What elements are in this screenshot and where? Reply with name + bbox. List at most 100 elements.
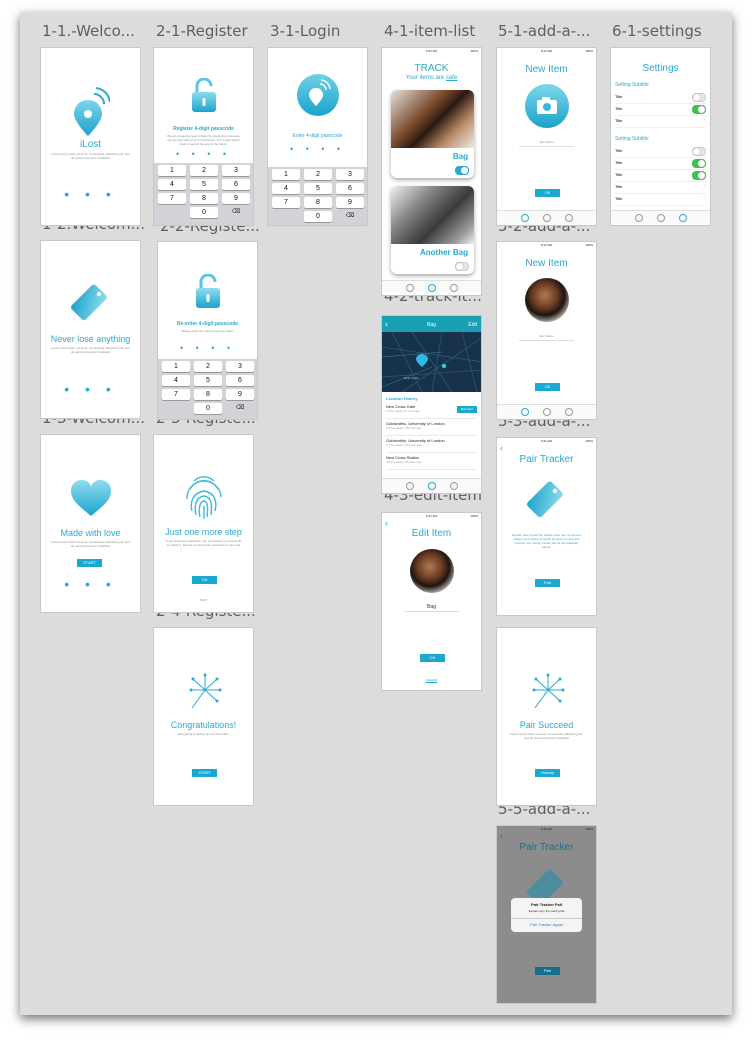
key-0[interactable]: 0 — [190, 207, 218, 218]
backspace-key[interactable]: ⌫ — [226, 403, 254, 414]
tracking-toggle[interactable] — [455, 262, 469, 271]
artboard-register-4[interactable]: Congratulations! Everything is setting u… — [153, 627, 254, 806]
key-6[interactable]: 6 — [222, 179, 250, 190]
safe-link[interactable]: safe — [446, 75, 457, 81]
artboard-register-1[interactable]: Register 4-digit passcode We are protect… — [153, 47, 254, 226]
artboard-register-3[interactable]: Just one more step If you forget the pas… — [153, 434, 254, 613]
key-1[interactable]: 1 — [272, 169, 300, 180]
tab-track-icon[interactable] — [543, 214, 551, 222]
settings-toggle[interactable] — [692, 105, 706, 114]
artboard-login[interactable]: Enter 4-digit passcode • • • • 1 2 3 4 5… — [267, 47, 368, 226]
key-8[interactable]: 8 — [194, 389, 222, 400]
artboard-label[interactable]: 2-1-Register — [156, 22, 248, 40]
key-6[interactable]: 6 — [226, 375, 254, 386]
key-2[interactable]: 2 — [194, 361, 222, 372]
artboard-welcome-3[interactable]: Made with love Lorem ipsum dolor sit ame… — [40, 434, 141, 613]
key-1[interactable]: 1 — [162, 361, 190, 372]
artboard-item-list[interactable]: 9:41 AM 100% TRACK Your items are safe Ba… — [381, 47, 482, 296]
tab-track-icon[interactable] — [428, 482, 436, 490]
settings-row[interactable]: Title › — [615, 193, 706, 206]
artboard-pair-tracker[interactable]: 9:41 AM 100% ‹ Pair Tracker Explain how t… — [496, 437, 597, 616]
key-8[interactable]: 8 — [304, 197, 332, 208]
artboard-pair-succeed[interactable]: Pair Succeed Lorem ipsum dolor sit amet,… — [496, 627, 597, 806]
key-9[interactable]: 9 — [226, 389, 254, 400]
tab-settings-icon[interactable] — [565, 214, 573, 222]
key-1[interactable]: 1 — [158, 165, 186, 176]
tracking-toggle[interactable] — [455, 166, 469, 175]
settings-toggle[interactable] — [692, 93, 706, 102]
delete-link[interactable]: DELETE — [382, 678, 481, 682]
artboard-label[interactable]: 6-1-settings — [612, 22, 702, 40]
key-5[interactable]: 5 — [194, 375, 222, 386]
ok-button[interactable]: OK — [535, 383, 560, 391]
key-8[interactable]: 8 — [190, 193, 218, 204]
item-card[interactable]: Bag — [391, 90, 474, 178]
history-row[interactable]: New Cross Gate 1.5 km away | 5 mins ago … — [386, 402, 477, 419]
artboard-register-2[interactable]: Re-enter 4-digit passcode Please enter t… — [157, 241, 258, 420]
artboard-welcome-1[interactable]: iLost Lorem ipsum dolor sit amet, consec… — [40, 47, 141, 226]
item-name-field[interactable]: Item Name — [497, 334, 596, 338]
settings-toggle[interactable] — [692, 171, 706, 180]
key-3[interactable]: 3 — [222, 165, 250, 176]
tab-settings-icon[interactable] — [565, 408, 573, 416]
artboard-label[interactable]: 3-1-Login — [270, 22, 340, 40]
history-row[interactable]: Goldsmiths, University of London 1.5 km … — [386, 436, 477, 453]
item-name-field[interactable]: Bag — [382, 604, 481, 610]
start-button[interactable]: START — [77, 559, 102, 567]
key-4[interactable]: 4 — [162, 375, 190, 386]
back-icon[interactable]: ‹ — [500, 831, 503, 841]
key-9[interactable]: 9 — [336, 197, 364, 208]
tab-track-icon[interactable] — [428, 284, 436, 292]
tab-items-icon[interactable] — [635, 214, 643, 222]
artboard-welcome-2[interactable]: Never lose anything Lorem ipsum dolor si… — [40, 240, 141, 419]
settings-row[interactable]: Title › — [615, 115, 706, 128]
key-3[interactable]: 3 — [336, 169, 364, 180]
item-photo[interactable] — [525, 278, 569, 322]
key-3[interactable]: 3 — [226, 361, 254, 372]
back-icon[interactable]: ‹ — [500, 443, 503, 453]
artboard-edit-item[interactable]: 9:41 AM 100% ‹ Edit Item Bag OK DELETE — [381, 512, 482, 691]
map-view[interactable]: New Cross — [382, 332, 481, 392]
tab-items-icon[interactable] — [521, 408, 529, 416]
artboard-add-item-2[interactable]: 9:41 AM 100% New Item Item Name OK — [496, 241, 597, 420]
tab-items-icon[interactable] — [406, 482, 414, 490]
ok-button[interactable]: OK — [535, 189, 560, 197]
artboard-pair-fail[interactable]: 9:41 AM 100% ‹ Pair Tracker Pair Tracker … — [496, 825, 597, 1004]
red-alert-button[interactable]: Red Alert — [457, 406, 477, 413]
key-7[interactable]: 7 — [162, 389, 190, 400]
key-4[interactable]: 4 — [158, 179, 186, 190]
key-0[interactable]: 0 — [194, 403, 222, 414]
tab-settings-icon[interactable] — [450, 482, 458, 490]
history-row[interactable]: Goldsmiths, University of London 1.5 km … — [386, 419, 477, 436]
key-2[interactable]: 2 — [304, 169, 332, 180]
back-icon[interactable]: ‹ — [385, 518, 388, 528]
artboard-label[interactable]: 1-1.-Welco... — [42, 22, 135, 40]
backspace-key[interactable]: ⌫ — [222, 207, 250, 218]
hooray-button[interactable]: Hooray — [535, 769, 560, 777]
ok-button[interactable]: OK — [192, 576, 217, 584]
backspace-key[interactable]: ⌫ — [336, 211, 364, 222]
tab-track-icon[interactable] — [543, 408, 551, 416]
key-2[interactable]: 2 — [190, 165, 218, 176]
tab-settings-icon[interactable] — [450, 284, 458, 292]
ok-button[interactable]: OK — [420, 654, 445, 662]
settings-toggle[interactable] — [692, 159, 706, 168]
history-row[interactable]: New Cross Station 2.5 km away | 25 mins … — [386, 453, 477, 470]
tab-settings-icon[interactable] — [679, 214, 687, 222]
settings-toggle[interactable] — [692, 147, 706, 156]
artboard-add-item-1[interactable]: 9:41 AM 100% New Item Item Name OK — [496, 47, 597, 226]
tab-items-icon[interactable] — [521, 214, 529, 222]
key-4[interactable]: 4 — [272, 183, 300, 194]
camera-icon[interactable] — [525, 84, 569, 128]
artboard-settings[interactable]: Settings Setting Subtitle Title Title Ti… — [610, 47, 711, 226]
pair-button[interactable]: Pair — [535, 967, 560, 975]
key-5[interactable]: 5 — [304, 183, 332, 194]
key-6[interactable]: 6 — [336, 183, 364, 194]
tab-track-icon[interactable] — [657, 214, 665, 222]
artboard-track-item[interactable]: ‹ Bag Edit New Cross Location History Ne… — [381, 315, 482, 494]
key-7[interactable]: 7 — [272, 197, 300, 208]
artboard-label[interactable]: 5-1-add-a-... — [498, 22, 590, 40]
item-name-field[interactable]: Item Name — [497, 140, 596, 144]
start-button[interactable]: START — [192, 769, 217, 777]
key-5[interactable]: 5 — [190, 179, 218, 190]
